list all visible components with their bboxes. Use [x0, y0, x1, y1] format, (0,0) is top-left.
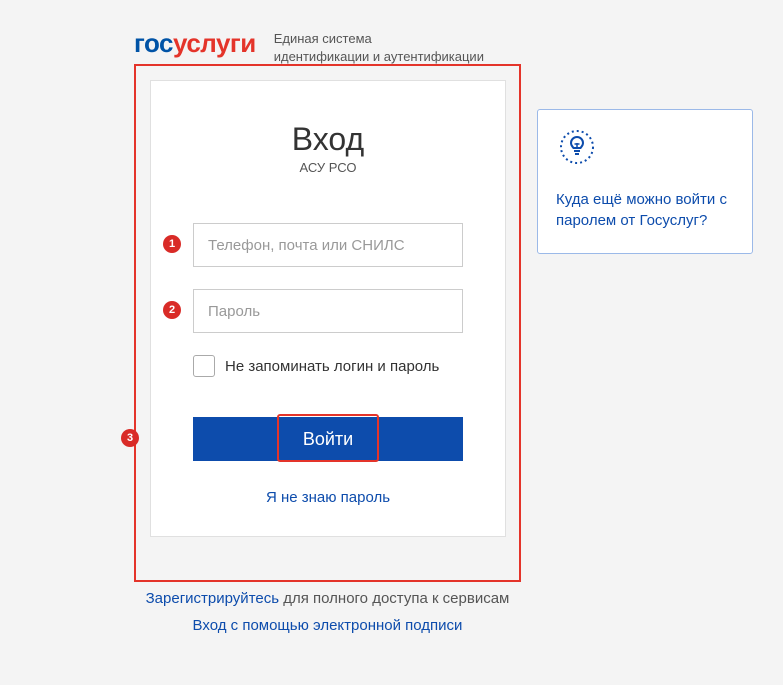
remember-checkbox[interactable]: [193, 355, 215, 377]
logo: госуслуги: [134, 28, 256, 59]
tagline: Единая система идентификации и аутентифи…: [274, 28, 484, 66]
marker-2: 2: [163, 301, 181, 319]
header: госуслуги Единая система идентификации и…: [0, 0, 783, 66]
lightbulb-icon: [556, 126, 734, 173]
remember-row[interactable]: Не запоминать логин и пароль: [151, 355, 505, 377]
submit-row: 3 Войти: [151, 417, 505, 461]
tagline-line2: идентификации и аутентификации: [274, 48, 484, 66]
login-title: Вход: [151, 121, 505, 158]
register-link[interactable]: Зарегистрируйтесь: [146, 590, 279, 607]
side-info-card: Куда ещё можно войти с паролем от Госусл…: [537, 109, 753, 254]
bottom-links: Зарегистрируйтесь для полного доступа к …: [134, 590, 521, 634]
tagline-line1: Единая система: [274, 30, 484, 48]
esign-link[interactable]: Вход с помощью электронной подписи: [193, 617, 463, 634]
password-input[interactable]: [193, 289, 463, 333]
marker-1: 1: [163, 235, 181, 253]
register-suffix: для полного доступа к сервисам: [279, 590, 509, 607]
password-input-row: 2: [193, 289, 463, 333]
login-card: Вход АСУ РСО 1 2 Не запоминать логин и п…: [150, 80, 506, 537]
login-subtitle: АСУ РСО: [151, 160, 505, 175]
logo-part-uslugi: услуги: [173, 28, 256, 58]
marker-3: 3: [121, 429, 139, 447]
form-area: 1 2: [151, 223, 505, 333]
register-line: Зарегистрируйтесь для полного доступа к …: [134, 590, 521, 607]
logo-part-gos: гос: [134, 28, 173, 58]
login-input-row: 1: [193, 223, 463, 267]
login-input[interactable]: [193, 223, 463, 267]
login-button[interactable]: Войти: [193, 417, 463, 461]
remember-label: Не запоминать логин и пароль: [225, 358, 439, 375]
side-info-link[interactable]: Куда ещё можно войти с паролем от Госусл…: [556, 189, 734, 231]
forgot-password-link[interactable]: Я не знаю пароль: [151, 489, 505, 506]
